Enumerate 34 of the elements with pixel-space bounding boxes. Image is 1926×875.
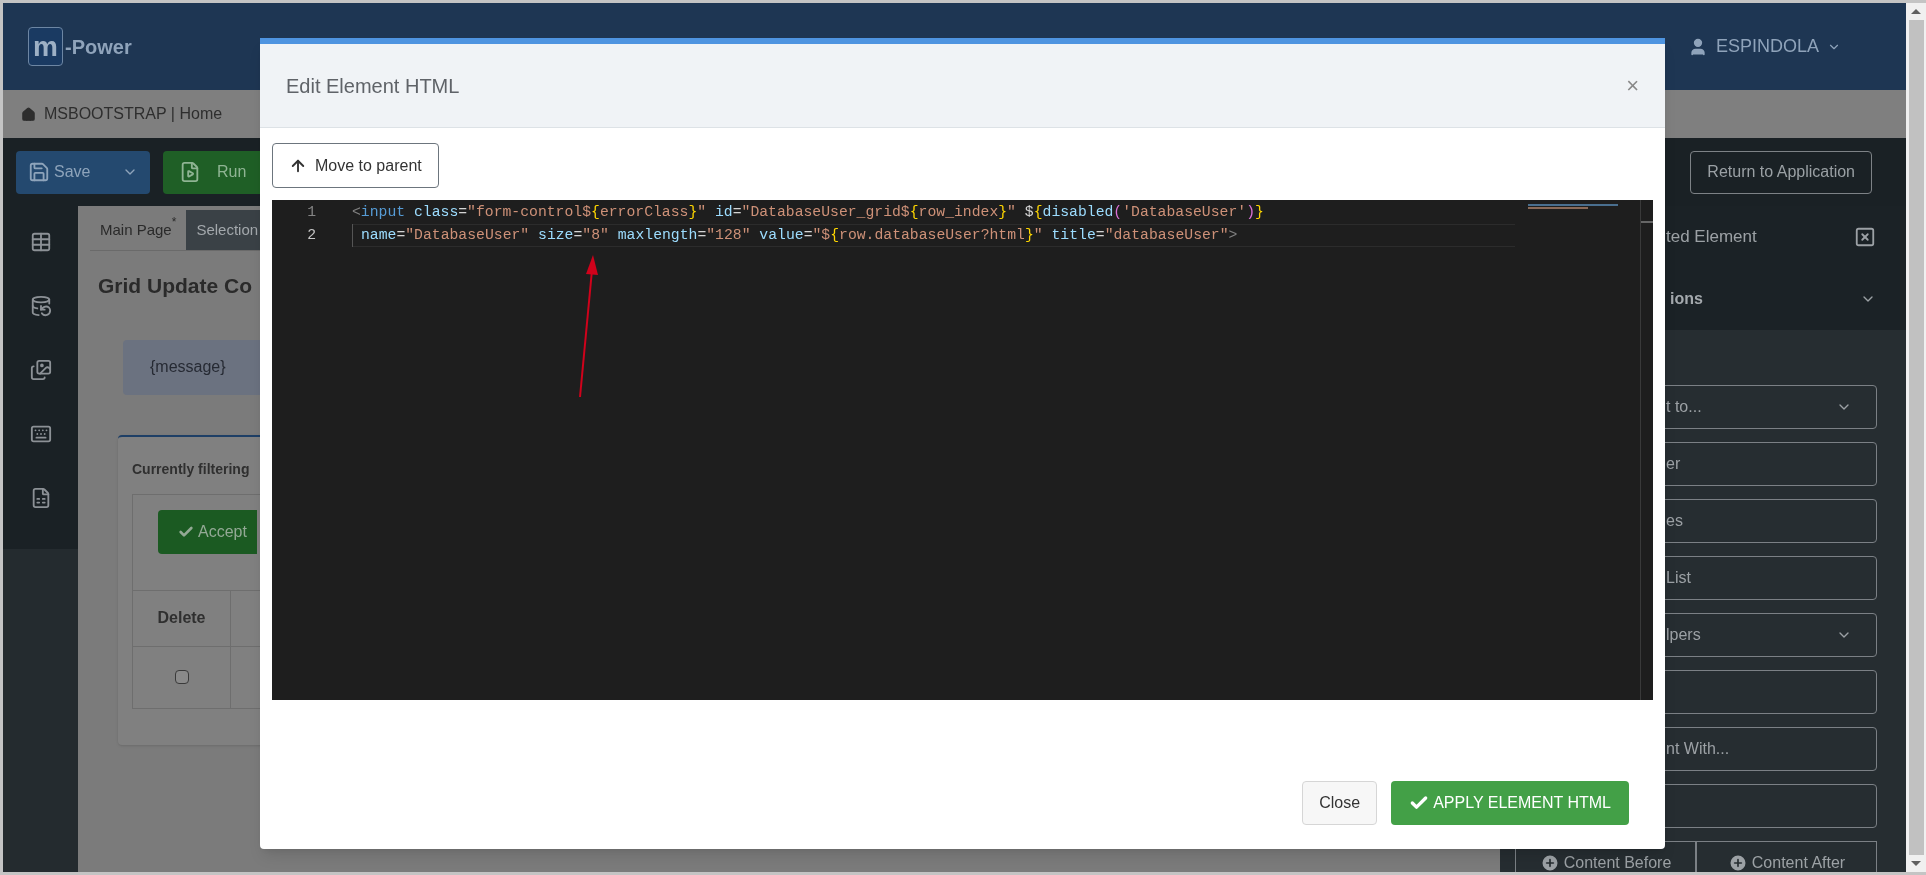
column-header: Delete — [133, 590, 231, 646]
scrollbar[interactable] — [1906, 3, 1926, 872]
code-line: name="DatabaseUser" size="8" maxlength="128" value="${row.databaseUser?html}" title="databaseUser"> — [352, 224, 1238, 247]
database-arrow-icon[interactable] — [29, 295, 52, 317]
return-to-application-button[interactable]: Return to Application — [1690, 150, 1872, 194]
photo-stack-icon[interactable] — [29, 359, 52, 381]
close-button[interactable]: Close — [1302, 781, 1378, 825]
home-icon — [21, 106, 36, 122]
content-insert-button[interactable]: Content After — [1696, 841, 1877, 872]
scroll-down-icon[interactable] — [1911, 861, 1921, 866]
move-to-parent-button[interactable]: Move to parent — [272, 143, 439, 188]
apply-button[interactable]: APPLY ELEMENT HTML — [1391, 781, 1629, 825]
page-title: Grid Update Co — [98, 273, 253, 299]
close-icon[interactable] — [1854, 226, 1876, 248]
code-line: <input class="form-control${errorClass}" id="DatabaseUser_grid${row_index}" ${disabled('DatabaseUser')} — [352, 203, 1264, 223]
keyboard-icon[interactable] — [29, 423, 52, 445]
logo-letter: m — [28, 27, 63, 66]
card-title: Currently filtering — [132, 459, 251, 479]
dialog-title: Edit Element HTML — [286, 73, 461, 99]
play-file-icon — [179, 161, 201, 183]
logo-text: -Power — [65, 34, 132, 60]
line-number: 1 — [306, 203, 316, 223]
user-menu[interactable]: ESPINDOLA — [1687, 33, 1841, 60]
breadcrumb-text: MSBOOTSTRAP | Home — [44, 104, 223, 124]
scroll-up-icon[interactable] — [1911, 9, 1921, 14]
section-title[interactable]: ions — [1670, 287, 1860, 311]
save-button[interactable]: Save — [16, 150, 150, 194]
accept-button[interactable]: Accept — [158, 509, 257, 554]
panel-title: ted Element — [1666, 226, 1758, 249]
delete-checkbox[interactable] — [174, 670, 189, 684]
line-number: 2 — [306, 226, 316, 246]
close-button[interactable]: × — [1626, 74, 1639, 97]
scroll-thumb[interactable] — [1908, 20, 1924, 855]
table-icon[interactable] — [29, 231, 52, 253]
